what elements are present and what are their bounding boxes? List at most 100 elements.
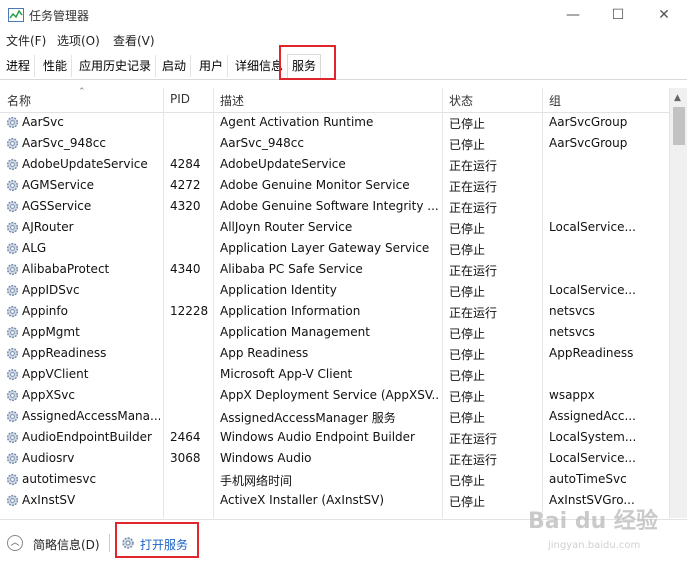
table-row[interactable]: Audiosrv 3068 Windows Audio 正在运行 LocalServic… — [0, 448, 669, 469]
table-row[interactable]: AGMService 4272 Adobe Genuine Monitor Serv… — [0, 175, 669, 196]
service-gear-icon — [5, 241, 20, 256]
service-description: Alibaba PC Safe Service — [220, 262, 363, 276]
service-name: AGSService — [22, 199, 92, 213]
service-gear-icon — [5, 178, 20, 193]
tab-users[interactable]: 用户 — [195, 55, 229, 77]
service-status: 已停止 — [449, 369, 486, 383]
watermark-logo: Bai du 经验 — [528, 509, 658, 534]
tab-startup[interactable]: 启动 — [158, 55, 192, 77]
maximize-button[interactable]: ☐ — [595, 0, 641, 30]
table-row[interactable]: AarSvc Agent Activation Runtime 已停止 AarSvcG… — [0, 112, 669, 133]
service-description: AdobeUpdateService — [220, 157, 346, 171]
footer-divider — [109, 534, 110, 552]
table-row[interactable]: AppMgmt Application Management 已停止 netsvcs — [0, 322, 669, 343]
menu-view[interactable]: 查看(V) — [113, 32, 155, 49]
vertical-scrollbar[interactable]: ▲ — [669, 88, 687, 518]
close-button[interactable]: ✕ — [641, 0, 687, 30]
table-row[interactable]: AdobeUpdateService 4284 AdobeUpdateService… — [0, 154, 669, 175]
service-status: 已停止 — [449, 243, 486, 257]
service-status: 已停止 — [449, 390, 486, 404]
service-gear-icon — [5, 346, 20, 361]
service-description: 手机网络时间 — [220, 474, 293, 488]
column-header-name[interactable]: 名称 — [7, 92, 31, 109]
service-pid: 4340 — [170, 262, 201, 276]
service-name: AxInstSV — [22, 493, 76, 507]
table-row[interactable]: AJRouter AllJoyn Router Service 已停止 LocalSe… — [0, 217, 669, 238]
service-name: AarSvc — [22, 115, 64, 129]
service-name: AppReadiness — [22, 346, 107, 360]
service-description: AllJoyn Router Service — [220, 220, 353, 234]
service-status: 已停止 — [449, 327, 486, 341]
column-header-pid[interactable]: PID — [170, 92, 190, 106]
service-name: AdobeUpdateService — [22, 157, 148, 171]
service-gear-icon — [5, 283, 20, 298]
service-description: ActiveX Installer (AxInstSV) — [220, 493, 385, 507]
collapse-chevron-icon[interactable]: ︿ — [7, 535, 23, 551]
table-row[interactable]: AarSvc_948cc AarSvc_948cc 已停止 AarSvcGroup — [0, 133, 669, 154]
tab-performance[interactable]: 性能 — [39, 55, 73, 77]
service-group: AarSvcGroup — [549, 115, 628, 129]
service-description: AssignedAccessManager 服务 — [220, 411, 396, 425]
service-description: Application Identity — [220, 283, 337, 297]
open-services-highlight-box — [115, 522, 199, 558]
service-status: 已停止 — [449, 411, 486, 425]
service-group: LocalService... — [549, 283, 636, 297]
task-manager-icon — [8, 8, 24, 22]
table-row[interactable]: AppIDSvc Application Identity 已停止 LocalServ… — [0, 280, 669, 301]
service-gear-icon — [5, 325, 20, 340]
service-name: Appinfo — [22, 304, 68, 318]
title-bar: 任务管理器 — ☐ ✕ — [0, 0, 687, 30]
service-description: Application Information — [220, 304, 361, 318]
table-row[interactable]: AudioEndpointBuilder 2464 Windows Audio En… — [0, 427, 669, 448]
service-name: AJRouter — [22, 220, 74, 234]
table-row[interactable]: ALG Application Layer Gateway Service 已停止 — [0, 238, 669, 259]
service-gear-icon — [5, 409, 20, 424]
watermark-url: jingyan.baidu.com — [548, 540, 641, 551]
scrollbar-thumb[interactable] — [673, 107, 685, 145]
service-group: LocalSystem... — [549, 430, 637, 444]
service-group: autoTimeSvc — [549, 472, 627, 486]
table-row[interactable]: AlibabaProtect 4340 Alibaba PC Safe Servic… — [0, 259, 669, 280]
service-description: Agent Activation Runtime — [220, 115, 374, 129]
service-pid: 4284 — [170, 157, 201, 171]
service-group: AppReadiness — [549, 346, 634, 360]
tab-processes[interactable]: 进程 — [2, 55, 36, 77]
service-gear-icon — [5, 472, 20, 487]
service-pid: 4272 — [170, 178, 201, 192]
menu-bar: 文件(F) 选项(O) 查看(V) — [0, 30, 687, 50]
scroll-up-arrow-icon[interactable]: ▲ — [674, 93, 681, 103]
service-status: 正在运行 — [449, 159, 498, 173]
tab-highlight-box — [279, 45, 336, 80]
service-status: 已停止 — [449, 348, 486, 362]
table-row[interactable]: AppReadiness App Readiness 已停止 AppReadiness — [0, 343, 669, 364]
service-name: ALG — [22, 241, 47, 255]
service-gear-icon — [5, 367, 20, 382]
table-row[interactable]: Appinfo 12228 Application Information 正在运行 n… — [0, 301, 669, 322]
table-row[interactable]: AssignedAccessMana... AssignedAccessManag… — [0, 406, 669, 427]
menu-options[interactable]: 选项(O) — [57, 32, 100, 49]
service-status: 正在运行 — [449, 180, 498, 194]
column-header-status[interactable]: 状态 — [449, 92, 473, 109]
minimize-button[interactable]: — — [550, 0, 596, 30]
table-row[interactable]: AGSService 4320 Adobe Genuine Software Int… — [0, 196, 669, 217]
column-header-description[interactable]: 描述 — [220, 92, 244, 109]
service-gear-icon — [5, 430, 20, 445]
table-row[interactable]: autotimesvc 手机网络时间 已停止 autoTimeSvc — [0, 469, 669, 490]
service-name: AlibabaProtect — [22, 262, 110, 276]
menu-file[interactable]: 文件(F) — [6, 32, 46, 49]
service-status: 正在运行 — [449, 453, 498, 467]
fewer-details-link[interactable]: 简略信息(D) — [33, 536, 100, 553]
service-name: AGMService — [22, 178, 94, 192]
table-row[interactable]: AppXSvc AppX Deployment Service (AppXSV..… — [0, 385, 669, 406]
service-gear-icon — [5, 493, 20, 508]
column-header-group[interactable]: 组 — [549, 92, 561, 109]
table-header: 名称 ⌃ PID 描述 状态 组 — [0, 87, 669, 113]
service-gear-icon — [5, 157, 20, 172]
service-gear-icon — [5, 451, 20, 466]
service-pid: 3068 — [170, 451, 201, 465]
table-row[interactable]: AppVClient Microsoft App-V Client 已停止 — [0, 364, 669, 385]
service-description: AarSvc_948cc — [220, 136, 304, 150]
service-gear-icon — [5, 220, 20, 235]
service-gear-icon — [5, 115, 20, 130]
tab-app-history[interactable]: 应用历史记录 — [75, 55, 157, 77]
